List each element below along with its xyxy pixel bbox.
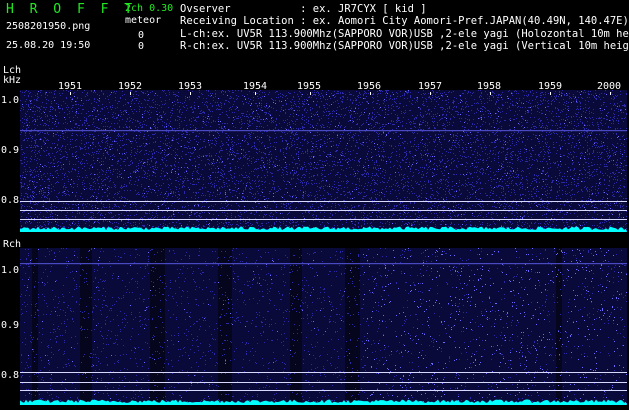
rch-reference-line: [20, 382, 627, 383]
rch-dark-column: [32, 248, 38, 405]
rch-spectrogram: [20, 248, 627, 405]
rch-reference-line: [20, 390, 627, 391]
rch-dark-column: [218, 248, 232, 405]
rch-dark-column: [345, 248, 360, 405]
rch-reference-line: [20, 372, 627, 373]
time-tick-mark: [370, 92, 371, 95]
time-tick-mark: [550, 92, 551, 95]
lch-freq-tick: 1.0: [1, 95, 20, 106]
lch-reference-line: [20, 201, 627, 202]
rch-dark-column: [150, 248, 165, 405]
lch-spectrogram: [20, 90, 627, 232]
lch-carrier-line: [20, 130, 627, 132]
lch-reference-line: [20, 219, 627, 220]
time-tick-mark: [310, 92, 311, 95]
lch-reference-line: [20, 210, 627, 211]
time-tick-mark: [610, 92, 611, 95]
time-tick-mark: [70, 92, 71, 95]
time-tick-mark: [490, 92, 491, 95]
time-tick-mark: [190, 92, 191, 95]
lch-freq-tick: 0.8: [1, 195, 20, 206]
rch-carrier-line: [20, 263, 627, 265]
time-tick-mark: [130, 92, 131, 95]
rch-freq-tick: 0.8: [1, 370, 20, 381]
spectrogram-canvas: [20, 90, 627, 405]
time-tick-mark: [255, 92, 256, 95]
rch-background: [20, 248, 627, 405]
rch-dark-column: [556, 248, 562, 405]
rch-dark-column: [290, 248, 302, 405]
lch-freq-tick: 0.9: [1, 145, 20, 156]
rch-freq-tick: 1.0: [1, 265, 20, 276]
time-tick-mark: [430, 92, 431, 95]
rch-freq-tick: 0.9: [1, 320, 20, 331]
